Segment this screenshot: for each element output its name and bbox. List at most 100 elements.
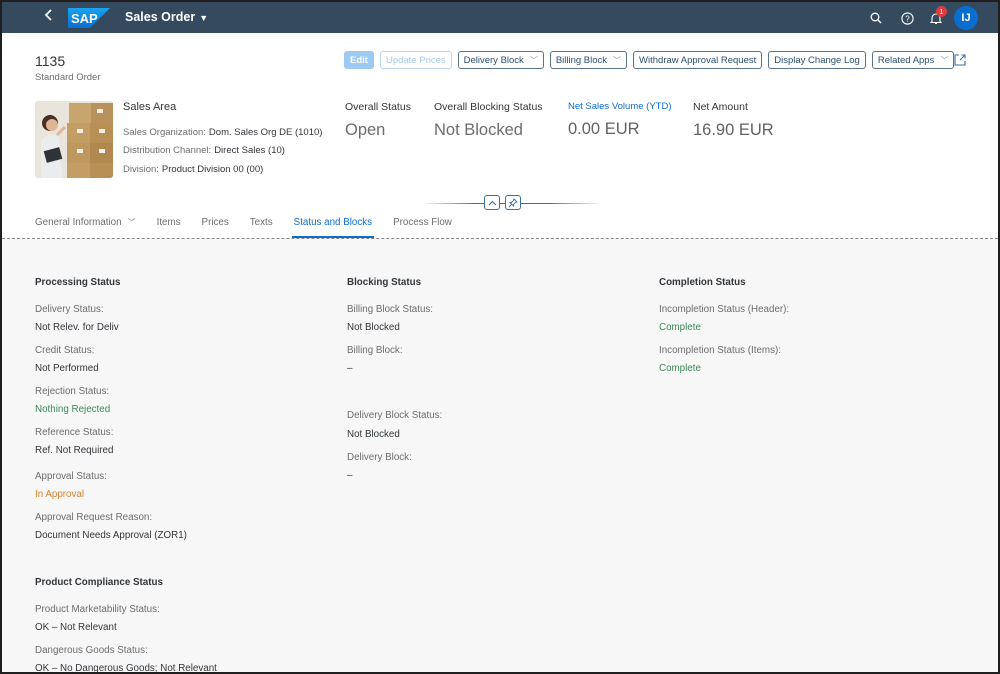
division-field: Division: Product Division 00 (00) [123, 164, 263, 175]
field-label: Division: [123, 164, 159, 175]
tab-prices[interactable]: Prices [202, 208, 229, 238]
share-icon [954, 54, 966, 66]
field-label: Reference Status: [35, 427, 114, 438]
field-value: Not Relev. for Deliv [35, 322, 119, 333]
sales-organization-field: Sales Organization: Dom. Sales Org DE (10… [123, 127, 322, 138]
kpi-label: Net Amount [693, 101, 748, 113]
object-subtitle: Standard Order [35, 72, 101, 83]
display-change-log-button[interactable]: Display Change Log [768, 51, 866, 69]
svg-text:SAP: SAP [71, 11, 98, 26]
field-label: Delivery Status: [35, 304, 104, 315]
related-apps-menu-button[interactable]: Related Apps ﹀ [871, 51, 955, 69]
field-value: Dom. Sales Org DE (1010) [208, 127, 323, 138]
field-value: OK – Not Relevant [35, 622, 117, 633]
tab-texts[interactable]: Texts [250, 208, 273, 238]
back-button[interactable] [40, 8, 58, 26]
svg-text:?: ? [905, 14, 910, 23]
field-value: Not Blocked [347, 429, 400, 440]
field-label: Approval Status: [35, 471, 107, 482]
withdraw-approval-label: Withdraw Approval Request [639, 54, 757, 66]
share-button[interactable] [953, 53, 967, 67]
field-value: Direct Sales (10) [214, 145, 285, 156]
tab-label: Texts [249, 217, 273, 228]
status-value-success: Nothing Rejected [35, 404, 111, 415]
field-value: – [347, 363, 353, 374]
chevron-down-icon: ﹀ [529, 55, 538, 65]
header-toolbar: Edit Update Prices Delivery Block ﹀ Billi… [344, 51, 955, 69]
tab-label: Prices [201, 217, 229, 228]
field-label: Distribution Channel: [123, 145, 212, 156]
user-avatar[interactable]: IJ [954, 6, 978, 30]
field-label: Incompletion Status (Header): [659, 304, 790, 315]
search-button[interactable] [866, 8, 886, 28]
edit-button[interactable]: Edit [344, 51, 374, 69]
field-label: Dangerous Goods Status: [35, 645, 148, 656]
field-label: Rejection Status: [35, 386, 110, 397]
kpi-value: Not Blocked [434, 121, 523, 139]
field-value: – [347, 470, 353, 481]
help-icon: ? [900, 11, 914, 25]
sales-area-title: Sales Area [123, 101, 177, 113]
kpi-net-amount: Net Amount 16.90 EUR [693, 101, 774, 140]
distribution-channel-field: Distribution Channel: Direct Sales (10) [123, 145, 285, 156]
header-separator [2, 238, 998, 239]
withdraw-approval-request-button[interactable]: Withdraw Approval Request [633, 51, 763, 69]
search-icon [870, 12, 882, 24]
tab-items[interactable]: Items [157, 208, 181, 238]
field-label: Incompletion Status (Items): [659, 345, 781, 356]
kpi-label: Overall Blocking Status [434, 101, 543, 113]
field-value: Ref. Not Required [35, 445, 114, 456]
anchor-bar: General Information ﹀ Items Prices Texts … [35, 208, 473, 238]
field-label: Billing Block: [347, 345, 403, 356]
update-prices-button[interactable]: Update Prices [379, 51, 452, 69]
object-header: 1135 Standard Order Edit Update Prices D… [2, 33, 998, 238]
section-title: Processing Status [35, 277, 121, 288]
kpi-value: Open [345, 121, 386, 139]
tab-label: Process Flow [393, 217, 452, 228]
section-title: Product Compliance Status [35, 577, 163, 588]
help-button[interactable]: ? [897, 8, 917, 28]
billing-block-menu-button[interactable]: Billing Block ﹀ [549, 51, 628, 69]
kpi-value: 0.00 EUR [568, 120, 640, 138]
display-change-log-label: Display Change Log [774, 54, 860, 66]
tab-general-information[interactable]: General Information ﹀ [35, 208, 136, 238]
tab-process-flow[interactable]: Process Flow [393, 208, 452, 238]
field-label: Approval Request Reason: [35, 512, 153, 523]
net-sales-volume-link[interactable]: Net Sales Volume (YTD) [568, 101, 671, 112]
kpi-label: Overall Status [345, 101, 411, 113]
kpi-net-sales-volume: Net Sales Volume (YTD) 0.00 EUR [568, 101, 671, 139]
sap-logo[interactable]: SAP [68, 8, 110, 28]
section-title: Blocking Status [347, 277, 422, 288]
field-label: Delivery Block Status: [347, 410, 443, 421]
status-value-warning: In Approval [35, 489, 85, 500]
tab-status-and-blocks[interactable]: Status and Blocks [291, 208, 375, 238]
field-label: Sales Organization: [123, 127, 206, 138]
tab-label: General Information [35, 217, 122, 228]
collapse-header-button[interactable] [484, 195, 500, 210]
app-title-menu[interactable]: Sales Order ▼ [125, 10, 208, 24]
shell-bar: SAP Sales Order ▼ ? 1 IJ [2, 2, 998, 33]
kpi-overall-status: Overall Status Open [345, 101, 411, 140]
app-title: Sales Order [125, 10, 196, 24]
field-value: Not Blocked [347, 322, 400, 333]
order-image [35, 101, 113, 178]
chevron-up-icon [488, 200, 496, 205]
delivery-block-menu-button[interactable]: Delivery Block ﹀ [457, 51, 544, 69]
related-apps-label: Related Apps [877, 54, 935, 66]
tab-label: Items [156, 217, 181, 228]
back-icon [44, 9, 52, 21]
caret-down-icon: ▼ [199, 13, 209, 23]
field-value: Document Needs Approval (ZOR1) [35, 530, 187, 541]
pin-header-button[interactable] [505, 195, 521, 210]
delivery-block-label: Delivery Block [463, 54, 524, 66]
field-value: Not Performed [35, 363, 99, 374]
kpi-overall-blocking-status: Overall Blocking Status Not Blocked [434, 101, 543, 140]
field-label: Delivery Block: [347, 452, 412, 463]
billing-block-label: Billing Block [555, 54, 608, 66]
field-label: Product Marketability Status: [35, 604, 160, 615]
pin-icon [508, 197, 518, 207]
chevron-down-icon: ﹀ [940, 55, 949, 65]
edit-button-label: Edit [350, 54, 368, 66]
field-label: Billing Block Status: [347, 304, 434, 315]
status-value-success: Complete [659, 322, 701, 333]
